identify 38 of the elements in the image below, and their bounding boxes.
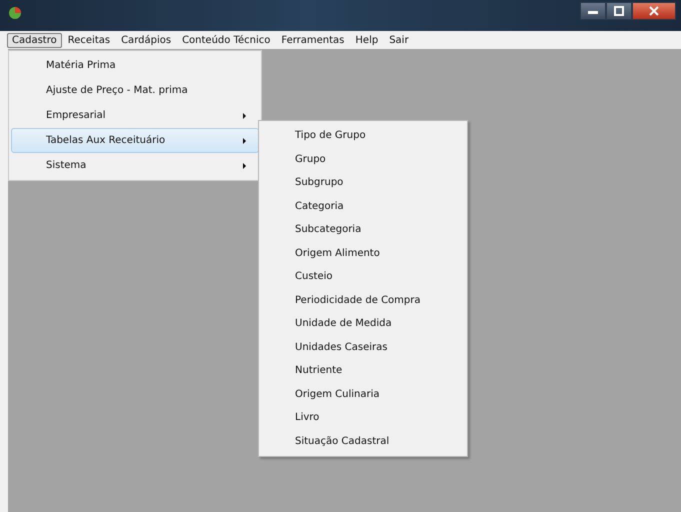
menu-item[interactable]: Unidades Caseiras	[261, 336, 465, 359]
menu-item[interactable]: Origem Alimento	[261, 242, 465, 265]
restore-icon	[614, 6, 624, 16]
menu-item-label: Matéria Prima	[46, 60, 116, 71]
menu-item-label: Ajuste de Preço - Mat. prima	[46, 85, 188, 96]
close-icon	[649, 6, 659, 16]
menu-item[interactable]: Grupo	[261, 148, 465, 171]
menu-item[interactable]: Sistema	[11, 153, 259, 178]
minimize-button[interactable]	[580, 2, 606, 20]
menu-bar-item[interactable]: Receitas	[62, 32, 116, 48]
menu-item-label: Sistema	[46, 160, 86, 171]
menu-item[interactable]: Subgrupo	[261, 171, 465, 194]
menu-item[interactable]: Tipo de Grupo	[261, 124, 465, 148]
app-icon	[8, 6, 22, 20]
menu-item-label: Tabelas Aux Receituário	[46, 135, 166, 146]
close-button[interactable]	[632, 2, 676, 20]
menu-item[interactable]: Periodicidade de Compra	[261, 288, 465, 312]
menu-item[interactable]: Ajuste de Preço - Mat. prima	[11, 78, 259, 103]
menu-item[interactable]: Categoria	[261, 194, 465, 218]
menu-bar-item[interactable]: Ferramentas	[276, 32, 350, 48]
menu-bar-item[interactable]: Sair	[384, 32, 414, 48]
menu-bar-item[interactable]: Cardápios	[116, 32, 176, 48]
menu-item[interactable]: Empresarial	[11, 103, 259, 128]
menu-bar-item[interactable]: Help	[350, 32, 384, 48]
minimize-icon	[588, 8, 598, 14]
restore-button[interactable]	[606, 2, 632, 20]
menu-item[interactable]: Livro	[261, 406, 465, 430]
menu-bar-item[interactable]: Conteúdo Técnico	[177, 32, 276, 48]
menu-item[interactable]: Matéria Prima	[11, 53, 259, 78]
menu-item[interactable]: Situação Cadastral	[261, 430, 465, 453]
menu-item[interactable]: Subcategoria	[261, 218, 465, 242]
menu-item[interactable]: Nutriente	[261, 359, 465, 382]
menu-item-label: Empresarial	[46, 110, 106, 121]
menu-bar-item[interactable]: Cadastro	[7, 32, 62, 48]
menu-item[interactable]: Tabelas Aux Receituário	[11, 128, 259, 153]
menu-item[interactable]: Unidade de Medida	[261, 312, 465, 336]
menu-item[interactable]: Custeio	[261, 265, 465, 288]
menu-item[interactable]: Origem Culinaria	[261, 382, 465, 406]
